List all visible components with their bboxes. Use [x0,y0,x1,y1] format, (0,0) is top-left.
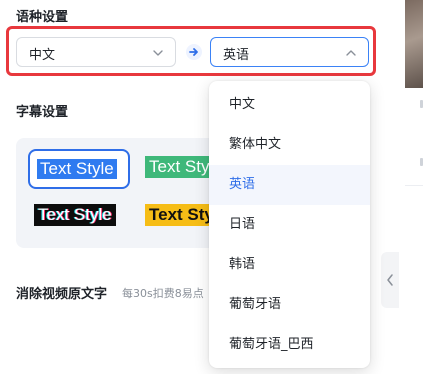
chevron-down-icon [153,50,163,56]
subtitle-style-option[interactable]: Text Style [28,198,130,234]
video-thumbnail [405,0,423,88]
source-language-value: 中文 [29,48,56,63]
collapse-panel-button[interactable] [381,252,399,308]
language-option-chinese[interactable]: 中文 [209,85,370,125]
language-option-portuguese-brazil[interactable]: 葡萄牙语_巴西 [209,325,370,365]
subtitle-settings-title: 字幕设置 [16,105,69,120]
style-label: Text Style [36,158,118,180]
style-label: Text Style [34,204,116,226]
arrow-right-icon [186,44,202,60]
target-language-value: 英语 [223,48,250,63]
subtitle-style-option[interactable]: Text Style [28,149,130,189]
language-option-japanese[interactable]: 日语 [209,205,370,245]
chevron-left-icon [387,274,393,286]
language-settings-title: 语种设置 [16,10,69,25]
remove-original-text-title: 消除视频原文字 [16,287,108,302]
language-dropdown: 中文 繁体中文 英语 日语 韩语 葡萄牙语 葡萄牙语_巴西 [209,81,370,368]
language-option-korean[interactable]: 韩语 [209,245,370,285]
language-option-english[interactable]: 英语 [209,165,370,205]
preview-card-edge [405,88,423,186]
source-language-select[interactable]: 中文 [16,37,176,67]
target-language-select[interactable]: 英语 [210,37,369,67]
language-option-traditional-chinese[interactable]: 繁体中文 [209,125,370,165]
language-option-portuguese[interactable]: 葡萄牙语 [209,285,370,325]
remove-text-cost-note: 每30s扣费8易点 [122,287,204,300]
chevron-up-icon [346,50,356,56]
